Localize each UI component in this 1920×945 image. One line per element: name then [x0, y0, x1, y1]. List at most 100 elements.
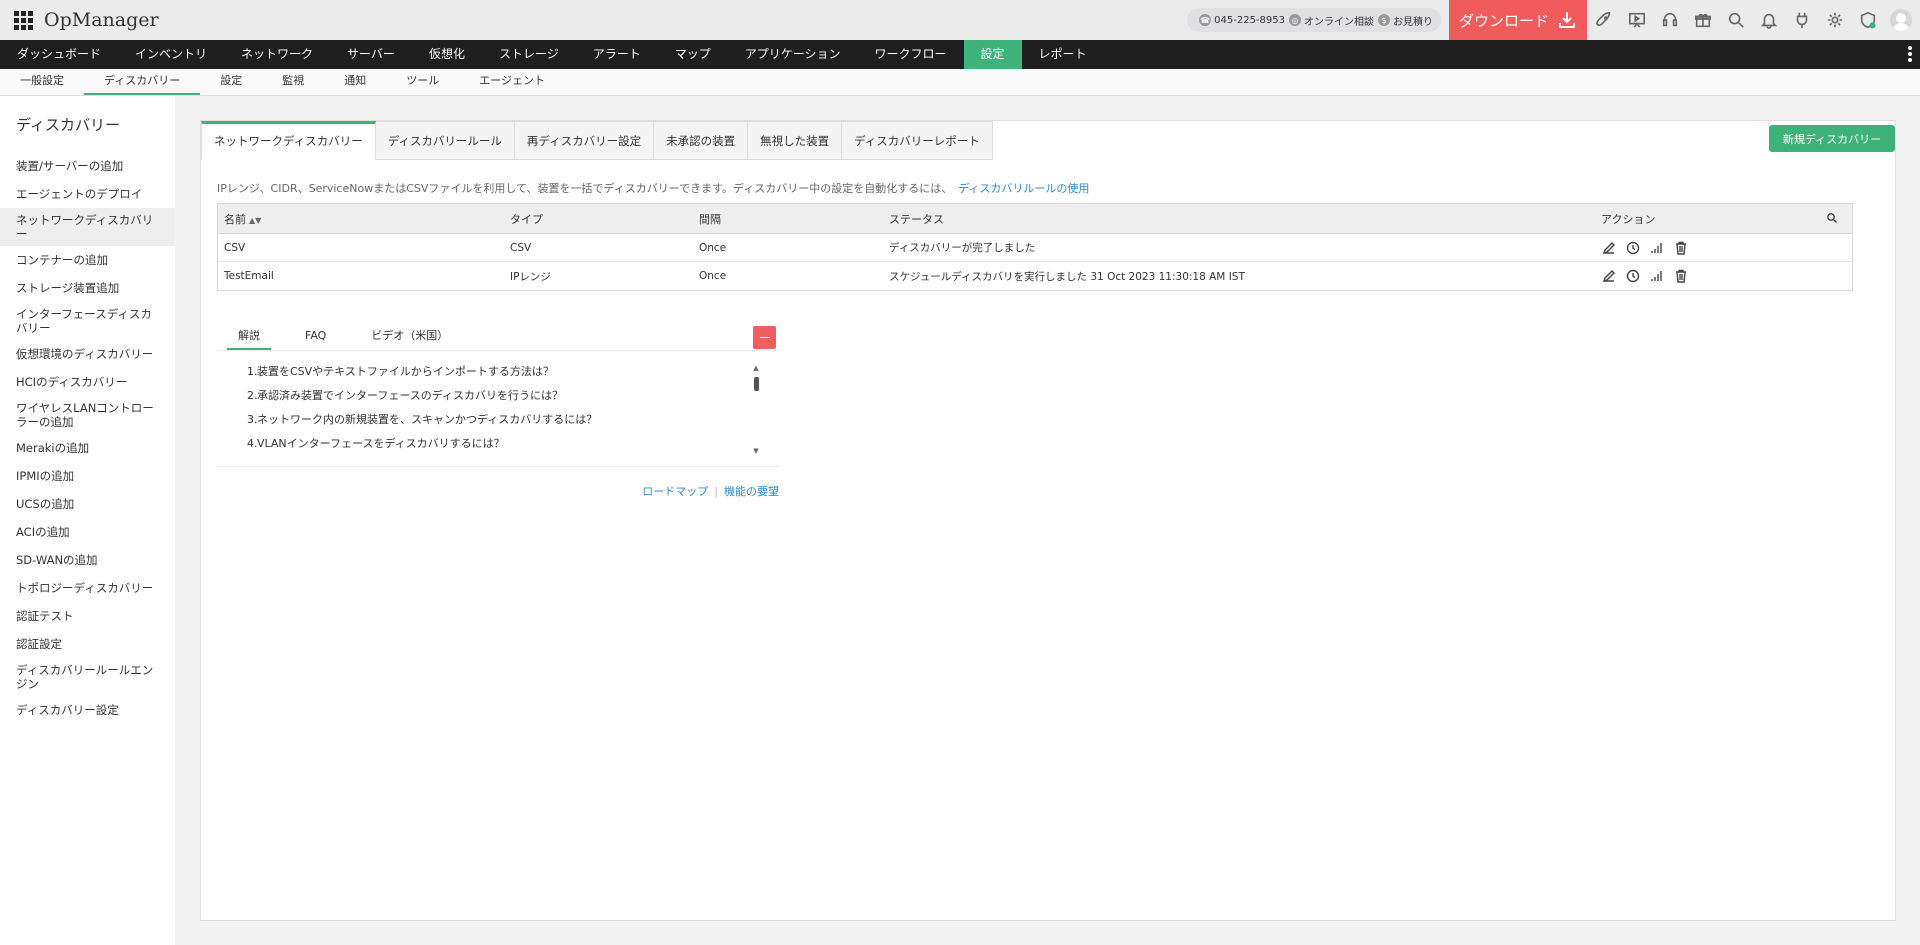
headset-icon[interactable] [1653, 0, 1686, 40]
gift-icon[interactable] [1686, 0, 1719, 40]
sidebar-item-interface-discovery[interactable]: インターフェースディスカバリー [0, 302, 175, 340]
user-avatar[interactable] [1890, 9, 1912, 31]
scroll-down-icon[interactable]: ▼ [752, 448, 760, 455]
nav-inventory[interactable]: インベントリ [118, 40, 224, 69]
signal-icon[interactable] [1649, 268, 1665, 284]
trash-icon[interactable] [1673, 240, 1689, 256]
clock-icon[interactable] [1625, 268, 1641, 284]
table-row[interactable]: CSV CSV Once ディスカバリーが完了しました [218, 234, 1852, 262]
subnav-discovery[interactable]: ディスカバリー [84, 68, 201, 95]
help-scrollbar[interactable]: ▲ ▼ [752, 365, 760, 455]
edit-icon[interactable] [1601, 268, 1617, 284]
scroll-up-icon[interactable]: ▲ [752, 365, 760, 372]
row-status: ディスカバリーが完了しました [889, 242, 1036, 254]
list-item[interactable]: 4.VLANインターフェースをディスカバリするには？ [247, 437, 597, 461]
trash-icon[interactable] [1673, 268, 1689, 284]
online-consult-link[interactable]: オンライン相談 [1304, 13, 1374, 28]
app-grid-icon[interactable] [12, 9, 34, 31]
more-menu-icon[interactable] [1908, 46, 1912, 62]
gear-icon[interactable] [1818, 0, 1851, 40]
nav-reports[interactable]: レポート [1022, 40, 1104, 69]
sidebar-item-credentials[interactable]: 認証設定 [0, 630, 175, 658]
nav-alarms[interactable]: アラート [576, 40, 658, 69]
sidebar-item-sdwan[interactable]: SD-WANの追加 [0, 546, 175, 574]
help-links: ロードマップ | 機能の要望 [642, 483, 779, 499]
plug-icon[interactable] [1785, 0, 1818, 40]
rocket-icon[interactable] [1587, 0, 1620, 40]
list-item[interactable]: 1.装置をCSVやテキストファイルからインポートする方法は？ [247, 365, 597, 389]
scroll-thumb[interactable] [754, 377, 759, 391]
sidebar-item-hci-discovery[interactable]: HCIのディスカバリー [0, 368, 175, 396]
sidebar-item-add-device[interactable]: 装置/サーバーの追加 [0, 152, 175, 180]
tab-ignored[interactable]: 無視した装置 [748, 121, 843, 160]
sidebar-item-virtual-discovery[interactable]: 仮想環境のディスカバリー [0, 340, 175, 368]
roadmap-link[interactable]: ロードマップ [642, 485, 708, 498]
row-type: CSV [510, 241, 532, 254]
nav-maps[interactable]: マップ [658, 40, 728, 69]
help-tab-faq[interactable]: FAQ [294, 322, 337, 350]
sidebar-item-credential-test[interactable]: 認証テスト [0, 602, 175, 630]
sort-icon[interactable]: ▲▼ [249, 216, 261, 225]
shield-icon[interactable] [1851, 0, 1884, 40]
help-tab-explanation[interactable]: 解説 [227, 322, 271, 350]
sidebar: ディスカバリー 装置/サーバーの追加 エージェントのデプロイ ネットワークディス… [0, 96, 175, 945]
link-separator: | [714, 485, 718, 498]
sidebar-item-ipmi[interactable]: IPMIの追加 [0, 462, 175, 490]
presentation-icon[interactable] [1620, 0, 1653, 40]
bell-icon[interactable] [1752, 0, 1785, 40]
new-discovery-button[interactable]: 新規ディスカバリー [1769, 125, 1895, 152]
download-button[interactable]: ダウンロード [1449, 0, 1587, 40]
col-action: アクション [1601, 212, 1656, 226]
sidebar-item-rule-engine[interactable]: ディスカバリールールエンジン [0, 658, 175, 696]
tab-unapproved[interactable]: 未承認の装置 [654, 121, 749, 160]
list-item[interactable]: 2.承認済み装置でインターフェースのディスカバリを行うには？ [247, 389, 597, 413]
subnav-tools[interactable]: ツール [386, 68, 459, 95]
nav-network[interactable]: ネットワーク [224, 40, 330, 69]
sidebar-item-aci[interactable]: ACIの追加 [0, 518, 175, 546]
tab-network-discovery[interactable]: ネットワークディスカバリー [201, 121, 376, 160]
nav-dashboard[interactable]: ダッシュボード [0, 40, 118, 69]
nav-virtualization[interactable]: 仮想化 [412, 40, 482, 69]
search-icon[interactable] [1719, 0, 1752, 40]
row-name: CSV [224, 241, 246, 254]
sidebar-item-topology[interactable]: トポロジーディスカバリー [0, 574, 175, 602]
sidebar-item-deploy-agent[interactable]: エージェントのデプロイ [0, 180, 175, 208]
contact-pill[interactable]: ☎ 045-225-8953 ◎ オンライン相談 $ お見積り [1187, 8, 1441, 32]
download-icon [1559, 12, 1575, 28]
sidebar-item-network-discovery[interactable]: ネットワークディスカバリー [0, 208, 175, 246]
list-item[interactable]: 3.ネットワーク内の新規装置を、スキャンかつディスカバリするには？ [247, 413, 597, 437]
sidebar-item-add-container[interactable]: コンテナーの追加 [0, 246, 175, 274]
estimate-link[interactable]: お見積り [1393, 13, 1433, 28]
nav-server[interactable]: サーバー [330, 40, 412, 69]
sub-nav: 一般設定 ディスカバリー 設定 監視 通知 ツール エージェント [0, 69, 1920, 96]
col-name[interactable]: 名前 ▲▼ [218, 211, 506, 227]
help-tab-video[interactable]: ビデオ（米国） [360, 322, 459, 350]
subnav-monitoring[interactable]: 監視 [262, 68, 324, 95]
top-right-tools: ☎ 045-225-8953 ◎ オンライン相談 $ お見積り ダウンロード [1187, 0, 1920, 40]
subnav-agents[interactable]: エージェント [459, 68, 565, 95]
table-search-icon[interactable] [1826, 212, 1838, 224]
tab-discovery-report[interactable]: ディスカバリーレポート [842, 121, 993, 160]
sidebar-item-discovery-settings[interactable]: ディスカバリー設定 [0, 696, 175, 724]
clock-icon[interactable] [1625, 240, 1641, 256]
nav-workflow[interactable]: ワークフロー [858, 40, 964, 69]
nav-storage[interactable]: ストレージ [482, 40, 576, 69]
subnav-notifications[interactable]: 通知 [324, 68, 386, 95]
edit-icon[interactable] [1601, 240, 1617, 256]
sidebar-item-add-storage[interactable]: ストレージ装置追加 [0, 274, 175, 302]
signal-icon[interactable] [1649, 240, 1665, 256]
feature-request-link[interactable]: 機能の要望 [724, 485, 779, 498]
row-interval: Once [699, 270, 727, 282]
sidebar-item-wlc[interactable]: ワイヤレスLANコントローラーの追加 [0, 396, 175, 434]
nav-settings[interactable]: 設定 [963, 40, 1022, 69]
sidebar-item-ucs[interactable]: UCSの追加 [0, 490, 175, 518]
sidebar-item-meraki[interactable]: Merakiの追加 [0, 434, 175, 462]
tab-rediscovery[interactable]: 再ディスカバリー設定 [514, 121, 655, 160]
table-row[interactable]: TestEmail IPレンジ Once スケジュールディスカバリを実行しました… [218, 262, 1852, 290]
subnav-configuration[interactable]: 設定 [200, 68, 262, 95]
tab-discovery-rules[interactable]: ディスカバリールール [375, 121, 515, 160]
discovery-rule-link[interactable]: ディスカバリルールの使用 [958, 182, 1089, 195]
nav-applications[interactable]: アプリケーション [728, 40, 858, 69]
subnav-general-settings[interactable]: 一般設定 [0, 68, 84, 95]
collapse-help-button[interactable] [753, 326, 776, 349]
